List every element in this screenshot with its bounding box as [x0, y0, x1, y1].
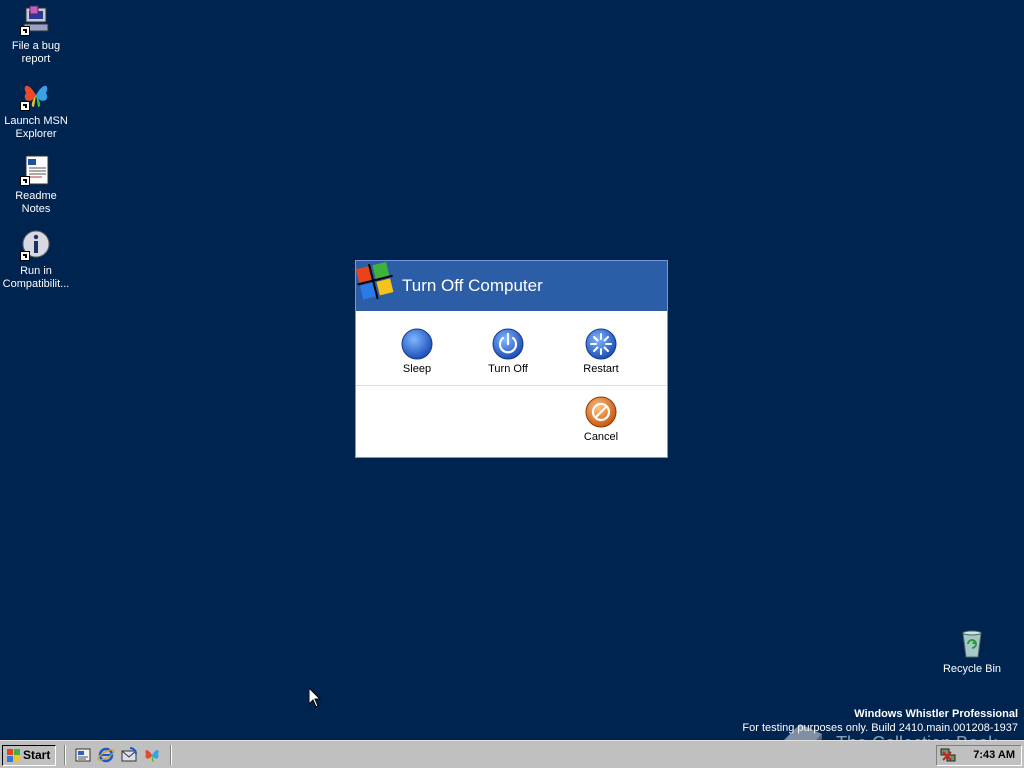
start-label: Start [23, 748, 51, 762]
msn-butterfly-icon [20, 79, 52, 111]
taskbar-separator [170, 745, 172, 765]
start-button[interactable]: Start [2, 745, 56, 766]
taskbar: Start 7:43 AM [0, 740, 1024, 768]
cancel-button[interactable]: Cancel [566, 396, 636, 443]
bug-report-icon [20, 4, 52, 36]
info-icon [20, 229, 52, 261]
desktop: File a bug report Launch MSN Explorer Re… [0, 0, 1024, 768]
network-icon[interactable] [940, 747, 957, 764]
system-tray: 7:43 AM [936, 745, 1022, 766]
windows-flag-icon [7, 749, 20, 762]
sleep-moon-icon [401, 328, 433, 360]
desktop-icon-label: Run in Compatibilit... [2, 265, 70, 290]
cancel-label: Cancel [583, 431, 619, 443]
dialog-title: Turn Off Computer [402, 276, 543, 295]
desktop-icon-file-bug-report[interactable]: File a bug report [0, 4, 73, 66]
desktop-icon-recycle-bin[interactable]: Recycle Bin [935, 627, 1009, 676]
desktop-icon-label: File a bug report [11, 40, 61, 65]
internet-explorer-icon[interactable] [97, 746, 115, 764]
power-icon [492, 328, 524, 360]
taskbar-separator [64, 745, 66, 765]
sleep-button[interactable]: Sleep [382, 328, 452, 375]
recycle-bin-icon [956, 627, 988, 659]
msn-explorer-icon[interactable] [143, 746, 161, 764]
restart-label: Restart [583, 363, 619, 375]
restart-button[interactable]: Restart [566, 328, 636, 375]
desktop-icon-launch-msn-explorer[interactable]: Launch MSN Explorer [0, 79, 73, 141]
dialog-divider [356, 385, 667, 386]
turn-off-dialog: Turn Off Computer Sleep Turn Off Restart… [355, 260, 668, 458]
cancel-icon [585, 396, 617, 428]
windows-logo-icon [354, 259, 398, 309]
desktop-icon-label: Readme Notes [15, 190, 57, 215]
desktop-icon-run-in-compatibility[interactable]: Run in Compatibilit... [0, 229, 73, 291]
restart-icon [585, 328, 617, 360]
turn-off-label: Turn Off [488, 363, 528, 375]
outlook-express-icon[interactable] [120, 746, 138, 764]
desktop-icon-label: Recycle Bin [942, 663, 1002, 675]
notes-icon [20, 154, 52, 186]
mouse-cursor-icon [308, 686, 322, 708]
turn-off-button[interactable]: Turn Off [473, 328, 543, 375]
clock[interactable]: 7:43 AM [973, 749, 1015, 761]
desktop-icon-label: Launch MSN Explorer [4, 115, 68, 140]
dialog-header: Turn Off Computer [354, 259, 667, 311]
sleep-label: Sleep [402, 363, 432, 375]
desktop-icon-readme-notes[interactable]: Readme Notes [0, 154, 73, 216]
show-desktop-icon[interactable] [74, 746, 92, 764]
